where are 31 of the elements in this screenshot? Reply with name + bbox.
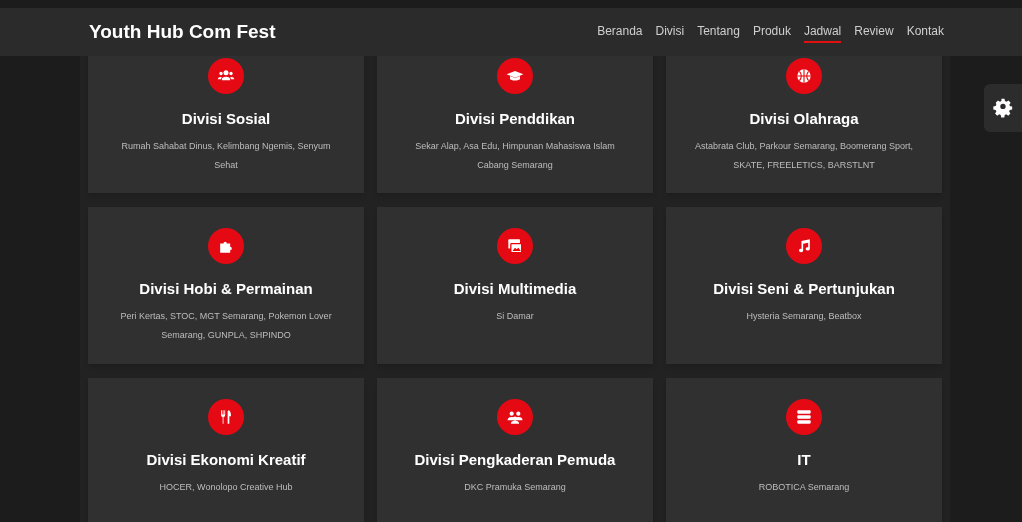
division-description: Hysteria Semarang, Beatbox — [746, 309, 862, 323]
nav-link[interactable]: Produk — [752, 21, 791, 43]
nav-link[interactable]: Tentang — [697, 21, 740, 43]
settings-button[interactable] — [984, 84, 1022, 132]
division-title: Divisi Hobi & Permainan — [139, 279, 313, 299]
nav-link[interactable]: Divisi — [655, 21, 685, 43]
division-title: IT — [797, 450, 811, 470]
division-description: DKC Pramuka Semarang — [464, 480, 566, 494]
division-title: Divisi Olahraga — [749, 109, 859, 129]
nav-link[interactable]: Kontak — [906, 21, 944, 43]
division-description: Rumah Sahabat Dinus, Kelimbang Ngemis, Senyum Sehat — [120, 139, 332, 172]
division-description: Si Damar — [496, 309, 534, 323]
images-icon — [505, 236, 525, 256]
division-description: Sekar Alap, Asa Edu, Himpunan Mahasiswa Islam Cabang Semarang — [414, 139, 616, 172]
division-description: Astabrata Club, Parkour Semarang, Boomerang Sport, SKATE, FREELETICS, BARSTLNT — [693, 139, 915, 172]
division-title: Divisi Penddikan — [454, 109, 575, 129]
server-icon — [794, 407, 814, 427]
division-description: ROBOTICA Semarang — [758, 480, 850, 494]
division-description: HOCER, Wonolopo Creative Hub — [159, 480, 293, 494]
nav-link[interactable]: Jadwal — [803, 21, 842, 43]
division-title: Divisi Multimedia — [453, 279, 577, 299]
brand-title[interactable]: Youth Hub Com Fest — [89, 17, 276, 47]
nav-link[interactable]: Review — [854, 21, 894, 43]
nav-link[interactable]: Beranda — [597, 21, 643, 43]
division-title: Divisi Ekonomi Kreatif — [146, 450, 306, 470]
ball-icon — [794, 66, 814, 86]
settings-icon — [993, 98, 1013, 118]
division-description: Peri Kertas, STOC, MGT Semarang, Pokemon Lover Semarang, GUNPLA, SHPINDO — [119, 309, 333, 342]
division-title: Divisi Pengkaderan Pemuda — [414, 450, 616, 470]
division-title: Divisi Sosial — [181, 109, 271, 129]
division-title: Divisi Seni & Pertunjukan — [713, 279, 895, 299]
